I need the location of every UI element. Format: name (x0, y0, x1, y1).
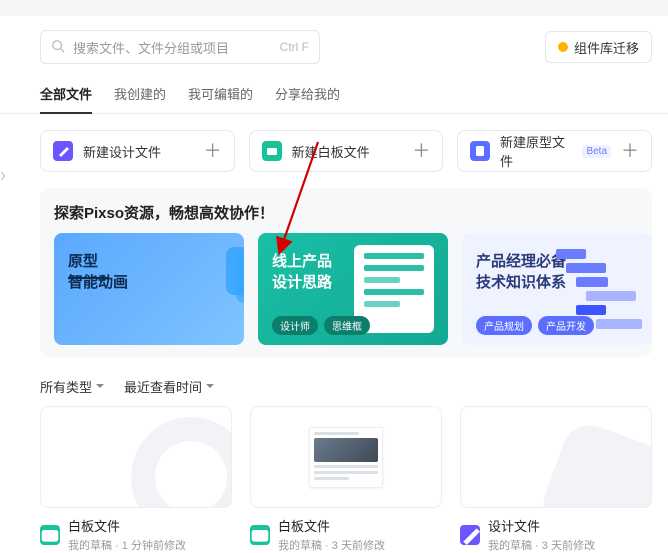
resource-card-online-design[interactable]: 线上产品 设计思路 设计师 思维框 (258, 233, 448, 345)
tab-shared-with-me[interactable]: 分享给我的 (275, 78, 340, 113)
new-whiteboard-file-button[interactable]: 新建白板文件 ＋ (249, 130, 444, 172)
search-shortcut: Ctrl F (280, 40, 309, 54)
header: 搜索文件、文件分组或项目 Ctrl F 组件库迁移 (0, 16, 668, 72)
migrate-status-icon (558, 42, 568, 52)
file-thumbnail (250, 406, 442, 508)
file-tabs: 全部文件 我创建的 我可编辑的 分享给我的 (0, 72, 668, 114)
filters-row: 所有类型 最近查看时间 (40, 377, 652, 396)
component-migrate-button[interactable]: 组件库迁移 (545, 31, 652, 63)
create-row: 新建设计文件 ＋ 新建白板文件 ＋ 新建原型文件 Beta ＋ (40, 130, 652, 172)
file-card[interactable]: 白板文件 我的草稿 · 1 分钟前修改 (40, 406, 232, 553)
design-file-icon (53, 141, 73, 161)
tab-all-files[interactable]: 全部文件 (40, 78, 92, 113)
file-name: 白板文件 (68, 516, 186, 535)
whiteboard-file-icon (262, 141, 282, 161)
file-subtitle: 我的草稿 · 1 分钟前修改 (68, 537, 186, 553)
search-icon (51, 39, 65, 56)
arrow-icon (68, 277, 108, 279)
search-placeholder: 搜索文件、文件分组或项目 (73, 38, 272, 57)
plus-icon: ＋ (204, 142, 222, 160)
filter-type-dropdown[interactable]: 所有类型 (40, 377, 104, 396)
new-whiteboard-file-label: 新建白板文件 (292, 142, 370, 161)
file-card[interactable]: 设计文件 我的草稿 · 3 天前修改 (460, 406, 652, 553)
file-subtitle: 我的草稿 · 3 天前修改 (488, 537, 595, 553)
tab-editable[interactable]: 我可编辑的 (188, 78, 253, 113)
filter-sort-dropdown[interactable]: 最近查看时间 (124, 377, 214, 396)
plus-icon: ＋ (621, 142, 639, 160)
hero-title: 探索Pixso资源，畅想高效协作！ (54, 202, 638, 223)
whiteboard-file-icon (250, 525, 270, 545)
migrate-label: 组件库迁移 (574, 38, 639, 57)
files-grid: 白板文件 我的草稿 · 1 分钟前修改 白板文件 我的草稿 · 3 (40, 406, 652, 553)
new-prototype-file-button[interactable]: 新建原型文件 Beta ＋ (457, 130, 652, 172)
file-thumbnail (40, 406, 232, 508)
file-thumbnail (460, 406, 652, 508)
tab-created-by-me[interactable]: 我创建的 (114, 78, 166, 113)
whiteboard-file-icon (40, 525, 60, 545)
file-subtitle: 我的草稿 · 3 天前修改 (278, 537, 385, 553)
search-input[interactable]: 搜索文件、文件分组或项目 Ctrl F (40, 30, 320, 64)
design-file-icon (460, 525, 480, 545)
plus-icon: ＋ (412, 142, 430, 160)
new-prototype-file-label: 新建原型文件 (500, 132, 576, 170)
prototype-file-icon (470, 141, 490, 161)
chevron-down-icon (206, 384, 214, 392)
window-topbar (0, 0, 668, 16)
file-name: 设计文件 (488, 516, 595, 535)
file-card[interactable]: 白板文件 我的草稿 · 3 天前修改 (250, 406, 442, 553)
beta-badge: Beta (582, 145, 611, 158)
file-name: 白板文件 (278, 516, 385, 535)
new-design-file-label: 新建设计文件 (83, 142, 161, 161)
chevron-down-icon (96, 384, 104, 392)
resource-card-pm-knowledge[interactable]: 产品经理必备 技术知识体系 产品规划 产品开发 (462, 233, 652, 345)
sidebar-expand-handle[interactable] (0, 168, 10, 184)
resource-hero: 探索Pixso资源，畅想高效协作！ 原型 智能动画 线上产品 (40, 188, 652, 357)
resource-card-prototype[interactable]: 原型 智能动画 (54, 233, 244, 345)
new-design-file-button[interactable]: 新建设计文件 ＋ (40, 130, 235, 172)
